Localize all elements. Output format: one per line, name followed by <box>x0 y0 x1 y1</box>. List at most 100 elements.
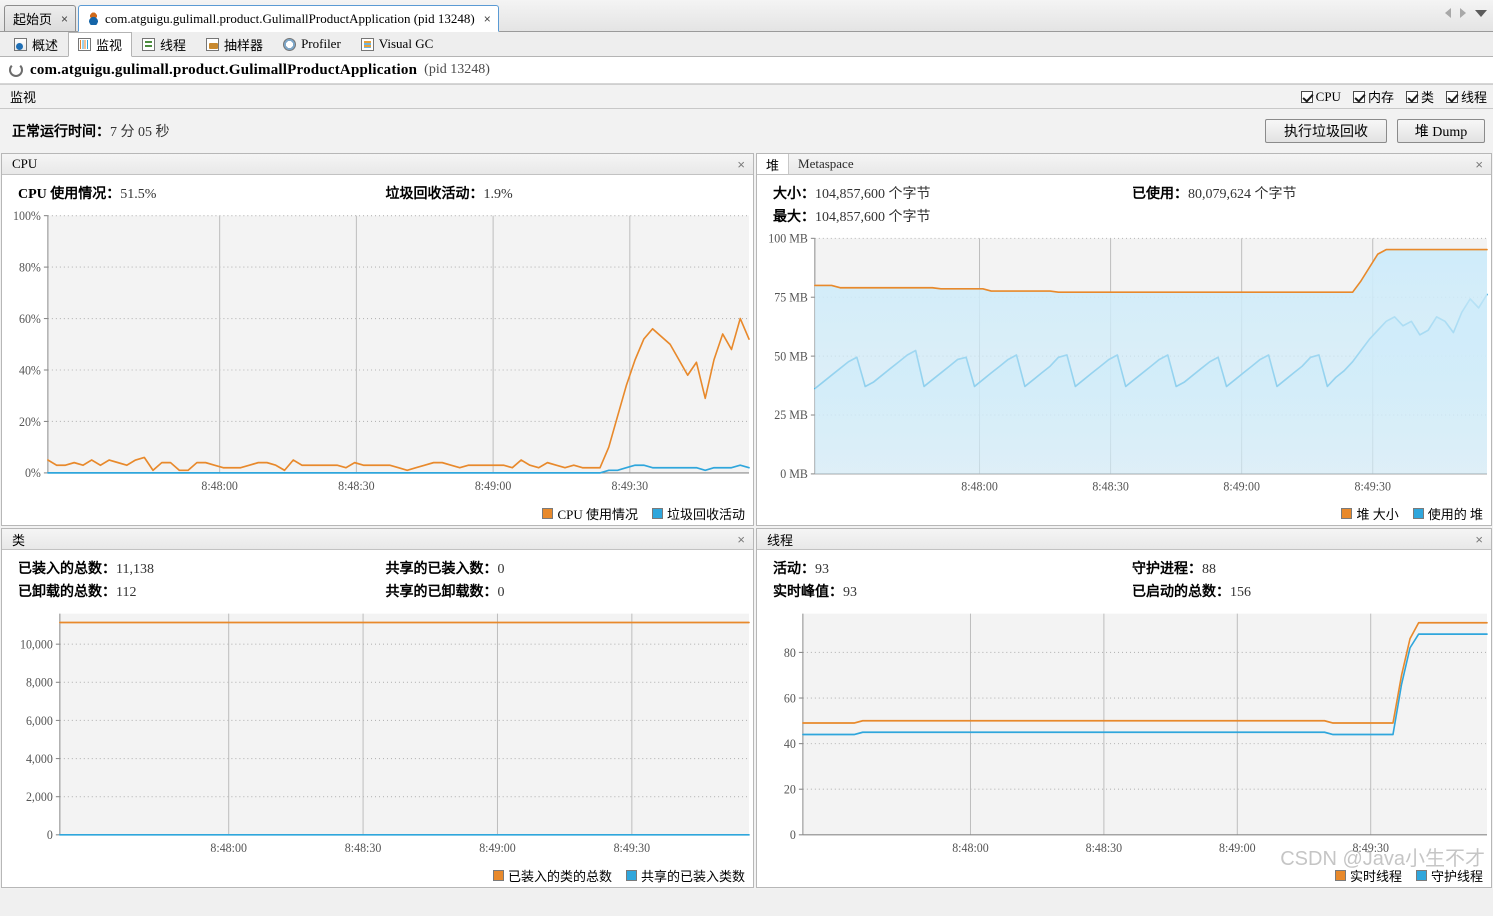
cpu-chart[interactable]: 0% 20% 40% 60% 80% 100% 8:48:00 8:48:30 8:49:00 8… <box>2 207 753 501</box>
checkbox-icon[interactable] <box>1405 90 1418 103</box>
legend-item-daemon-threads[interactable]: 守护线程 <box>1415 866 1483 885</box>
monitor-icon <box>78 38 92 51</box>
svg-text:10,000: 10,000 <box>20 637 53 652</box>
heap-used-label: 已使用： <box>1132 187 1188 202</box>
uptime-row: 正常运行时间：7 分 05 秒 执行垃圾回收 堆 Dump <box>0 109 1493 152</box>
close-icon[interactable]: × <box>1467 154 1491 174</box>
svg-text:0 MB: 0 MB <box>780 467 808 481</box>
checkbox-label: CPU <box>1315 88 1341 104</box>
legend-swatch-orange <box>1334 869 1346 881</box>
svg-text:8:48:30: 8:48:30 <box>1092 479 1129 493</box>
charts-grid: CPU × CPU 使用情况：51.5% 垃圾回收活动：1.9% 0% 20% 40… <box>0 152 1493 889</box>
close-icon[interactable]: × <box>1467 529 1491 549</box>
legend-item-cpu-usage[interactable]: CPU 使用情况 <box>542 504 638 523</box>
svg-text:8:49:30: 8:49:30 <box>1354 479 1391 493</box>
panel-cpu-title: CPU <box>12 156 38 171</box>
svg-text:0: 0 <box>47 828 53 843</box>
svg-text:25 MB: 25 MB <box>774 408 808 422</box>
svg-text:8:48:00: 8:48:00 <box>961 479 998 493</box>
perform-gc-button[interactable]: 执行垃圾回收 <box>1265 118 1387 143</box>
svg-text:8:48:30: 8:48:30 <box>1086 841 1123 856</box>
svg-text:40: 40 <box>784 737 796 752</box>
checkbox-icon[interactable] <box>1352 90 1365 103</box>
visualgc-icon <box>360 37 374 51</box>
svg-text:20%: 20% <box>19 414 41 429</box>
close-icon[interactable]: × <box>61 12 68 26</box>
svg-text:4,000: 4,000 <box>26 751 53 766</box>
panel-cpu-header: CPU × <box>2 154 753 175</box>
heap-chart[interactable]: 0 MB 25 MB 50 MB 75 MB 100 MB 8:48:00 8:48:30 8… <box>757 230 1491 501</box>
right-arrow-icon[interactable] <box>1460 8 1466 18</box>
threads-started-label: 已启动的总数： <box>1132 585 1230 600</box>
application-title-bar: com.atguigu.gulimall.product.GulimallPro… <box>0 57 1493 84</box>
svg-text:50 MB: 50 MB <box>774 349 808 363</box>
left-arrow-icon[interactable] <box>1445 8 1451 18</box>
svg-text:8,000: 8,000 <box>26 675 53 690</box>
chevron-down-icon[interactable] <box>1475 9 1487 17</box>
legend-swatch-blue <box>1412 507 1424 519</box>
window-tab-strip: 起始页 × com.atguigu.gulimall.product.Gulim… <box>0 0 1493 32</box>
tab-sampler[interactable]: 抽样器 <box>196 32 273 56</box>
checkbox-label: 线程 <box>1460 90 1487 105</box>
panel-heap-tab[interactable]: 堆 <box>757 154 790 174</box>
tab-gulimall-product-application[interactable]: com.atguigu.gulimall.product.GulimallPro… <box>78 5 499 32</box>
legend-item-heap-used[interactable]: 使用的 堆 <box>1412 504 1483 523</box>
svg-text:0%: 0% <box>25 466 41 481</box>
legend-item-classes-loaded[interactable]: 已装入的类的总数 <box>492 866 612 885</box>
svg-text:100 MB: 100 MB <box>768 231 808 245</box>
legend-item-live-threads[interactable]: 实时线程 <box>1334 866 1402 885</box>
threads-started-value: 156 <box>1230 585 1251 600</box>
tab-visual-gc[interactable]: Visual GC <box>351 32 443 56</box>
checkbox-cpu[interactable]: CPU <box>1300 88 1341 105</box>
tab-threads[interactable]: 线程 <box>132 32 196 56</box>
svg-text:8:49:30: 8:49:30 <box>1352 841 1389 856</box>
chart-visibility-checkboxes: CPU 内存 类 线程 <box>1300 87 1487 106</box>
legend-label: 实时线程 <box>1349 868 1402 884</box>
svg-text:8:48:30: 8:48:30 <box>345 841 382 856</box>
checkbox-classes[interactable]: 类 <box>1405 87 1434 106</box>
checkbox-label: 内存 <box>1367 90 1394 105</box>
legend-item-gc-activity[interactable]: 垃圾回收活动 <box>651 504 745 523</box>
legend-item-heap-size[interactable]: 堆 大小 <box>1341 504 1399 523</box>
svg-text:2,000: 2,000 <box>26 790 53 805</box>
legend-label: 垃圾回收活动 <box>666 506 745 522</box>
threads-live-value: 93 <box>815 562 829 577</box>
heap-dump-button[interactable]: 堆 Dump <box>1397 118 1485 143</box>
tab-monitor[interactable]: 监视 <box>68 32 133 57</box>
legend-label: 堆 大小 <box>1356 506 1399 522</box>
svg-text:8:48:00: 8:48:00 <box>201 479 238 494</box>
close-icon[interactable]: × <box>484 12 491 26</box>
legend-item-classes-shared[interactable]: 共享的已装入类数 <box>625 866 745 885</box>
classes-chart[interactable]: 0 2,000 4,000 6,000 8,000 10,000 8:48:00 8:48:3… <box>2 605 753 863</box>
panel-threads-header: 线程 × <box>757 529 1491 550</box>
legend-label: 已装入的类的总数 <box>507 868 612 884</box>
panel-metaspace-tab[interactable]: Metaspace <box>789 154 863 174</box>
threads-chart[interactable]: 0 20 40 60 80 8:48:00 8:48:30 8:49:00 8:49:30 <box>757 605 1491 863</box>
uptime-label: 正常运行时间： <box>12 124 110 140</box>
classes-loaded-value: 11,138 <box>116 562 154 577</box>
view-subtab-bar: 概述 监视 线程 抽样器 Profiler Visual GC <box>0 32 1493 57</box>
threads-peak-value: 93 <box>843 585 857 600</box>
legend-swatch-blue <box>625 869 637 881</box>
tab-profiler[interactable]: Profiler <box>273 32 351 56</box>
heap-max-label: 最大： <box>773 210 815 225</box>
checkbox-memory[interactable]: 内存 <box>1352 87 1394 106</box>
heap-chart-legend: 堆 大小 使用的 堆 <box>757 501 1491 525</box>
process-id-label: (pid 13248) <box>424 62 490 77</box>
checkbox-threads[interactable]: 线程 <box>1445 87 1487 106</box>
close-icon[interactable]: × <box>729 529 753 549</box>
legend-label: CPU 使用情况 <box>557 506 638 522</box>
classes-shared-loaded-label: 共享的已装入数： <box>385 562 498 577</box>
classes-chart-legend: 已装入的类的总数 共享的已装入类数 <box>2 863 753 887</box>
threads-peak-label: 实时峰值： <box>773 585 843 600</box>
panel-classes-title: 类 <box>12 532 26 548</box>
svg-text:80%: 80% <box>19 260 41 275</box>
subtab-label: 概述 <box>32 37 59 53</box>
close-icon[interactable]: × <box>729 154 753 174</box>
checkbox-icon[interactable] <box>1445 90 1458 103</box>
tab-overview[interactable]: 概述 <box>4 32 68 56</box>
svg-text:8:49:00: 8:49:00 <box>475 479 512 494</box>
tab-start-page[interactable]: 起始页 × <box>4 5 77 31</box>
checkbox-icon[interactable] <box>1300 90 1313 103</box>
threads-icon <box>142 37 156 51</box>
